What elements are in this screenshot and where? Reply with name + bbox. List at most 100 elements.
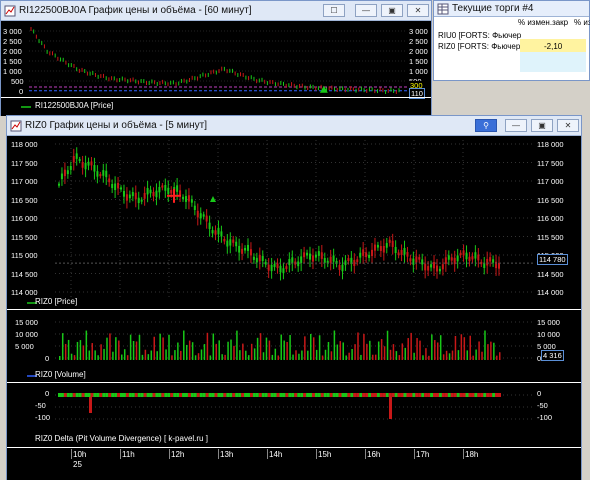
volume-bar (250, 343, 253, 360)
column-header[interactable]: % измен.закр (518, 18, 568, 27)
maximize-button[interactable]: ▣ (381, 4, 403, 17)
candle-body (441, 264, 444, 270)
delta-chart[interactable] (55, 387, 535, 429)
candle-body (193, 205, 196, 211)
volume-bar (150, 350, 153, 360)
delta-bar (99, 393, 103, 397)
delta-bar (187, 393, 191, 397)
candle-body (317, 251, 320, 256)
volume-bar (481, 351, 483, 360)
delta-bar (450, 393, 454, 397)
column-header[interactable]: % из (574, 18, 590, 27)
volume-bar (327, 341, 330, 360)
candle-body (114, 183, 117, 191)
candle-body (87, 161, 90, 166)
candle-body (199, 213, 202, 219)
candle-body (229, 239, 232, 246)
volume-bar (159, 333, 161, 360)
candle-body (252, 256, 255, 260)
delta-bar (306, 393, 310, 397)
candle-body (388, 239, 391, 243)
volume-bar (245, 350, 247, 360)
candle-body (170, 190, 173, 194)
current-trades-window[interactable]: Текущие торги #4 % измен.закр % из RIU0 … (433, 0, 590, 81)
window-60min-chart[interactable]: RI122500BJ0A График цены и объёма - [60 … (0, 0, 432, 116)
delta-bar (258, 393, 262, 397)
pin-button[interactable]: ☐ (323, 4, 345, 17)
candle-body (433, 262, 436, 269)
y-tick: 115 000 (11, 251, 38, 260)
volume-bar (115, 337, 117, 360)
minimize-button[interactable]: — (355, 4, 377, 17)
volume-pane[interactable]: 15 000 10 000 5 000 0 15 000 10 000 5 000 0 4 … (7, 309, 581, 382)
table-app-icon (437, 3, 449, 15)
legend-label: RIZ0 [Price] (35, 297, 78, 306)
volume-chart[interactable] (55, 314, 535, 364)
time-tick-divider (120, 449, 121, 459)
delta-bar (474, 393, 478, 397)
candle-body (412, 258, 415, 265)
volume-bar (336, 344, 339, 360)
close-button[interactable]: ✕ (407, 4, 429, 17)
y-tick: 3 000 (3, 27, 22, 36)
volume-bar (301, 350, 303, 360)
minimize-button[interactable]: — (505, 119, 527, 132)
window-titlebar[interactable]: RI122500BJ0A График цены и объёма - [60 … (1, 1, 431, 21)
y-tick: 10 000 (15, 330, 38, 339)
candle-body (208, 222, 211, 229)
delta-bar (193, 393, 197, 397)
volume-bar (457, 350, 460, 360)
volume-bar (398, 355, 401, 360)
delta-bar (391, 393, 395, 397)
delta-bar (164, 393, 168, 397)
delta-bar (217, 393, 221, 397)
candle-body (477, 254, 480, 261)
price-chart-60min[interactable] (29, 25, 407, 97)
volume-bar (144, 349, 147, 360)
y-tick: 500 (11, 77, 24, 86)
delta-bar (131, 393, 135, 397)
candle-body (255, 257, 258, 263)
delta-bar (161, 393, 165, 397)
candle-body (217, 227, 220, 235)
price-pane[interactable]: 118 000 117 500 117 000 116 500 116 000 115 5… (7, 136, 581, 309)
delta-bar (146, 393, 150, 397)
candle-body (288, 259, 291, 266)
delta-bar (403, 393, 407, 397)
window-titlebar[interactable]: RIZ0 График цены и объёма - [5 минут] ⚲ … (7, 116, 581, 136)
volume-bar (407, 338, 409, 360)
candle-body (84, 162, 87, 170)
delta-bar (412, 393, 416, 397)
candle-body (498, 262, 500, 269)
delta-pane[interactable]: 0 -50 -100 0 -50 -100 RIZ0 Delta (Pit Volume… (7, 382, 581, 447)
delta-bar (232, 393, 236, 397)
volume-bar (218, 340, 220, 360)
delta-bar (438, 393, 442, 397)
y-tick: 10 000 (537, 330, 560, 339)
maximize-button[interactable]: ▣ (531, 119, 553, 132)
price-pane-60min[interactable]: 3 000 2 500 2 000 1 500 1 000 500 0 3 00… (1, 21, 431, 116)
volume-bar (103, 348, 105, 360)
delta-bar (170, 393, 174, 397)
delta-bar (69, 393, 73, 397)
trades-titlebar[interactable]: Текущие торги #4 (434, 1, 589, 17)
candle-body (403, 247, 406, 255)
candle-body (75, 153, 78, 159)
time-tick: 17h (416, 450, 430, 459)
candle-body (149, 189, 152, 194)
candle-body (117, 182, 120, 189)
price-chart-5min[interactable] (55, 140, 535, 298)
candle-body (365, 252, 368, 258)
delta-bar (276, 393, 280, 397)
candle-body (214, 230, 217, 235)
volume-bar (469, 335, 471, 360)
window-5min-chart[interactable]: RIZ0 График цены и объёма - [5 минут] ⚲ … (6, 115, 582, 480)
y-tick: 115 500 (11, 232, 38, 242)
delta-bar (285, 393, 289, 397)
close-button[interactable]: ✕ (557, 119, 579, 132)
delta-bar (143, 393, 147, 397)
delta-bar (90, 393, 94, 397)
legend-label: RI122500BJ0A [Price] (35, 101, 114, 110)
link-button[interactable]: ⚲ (475, 119, 497, 132)
candle-body (63, 169, 66, 177)
